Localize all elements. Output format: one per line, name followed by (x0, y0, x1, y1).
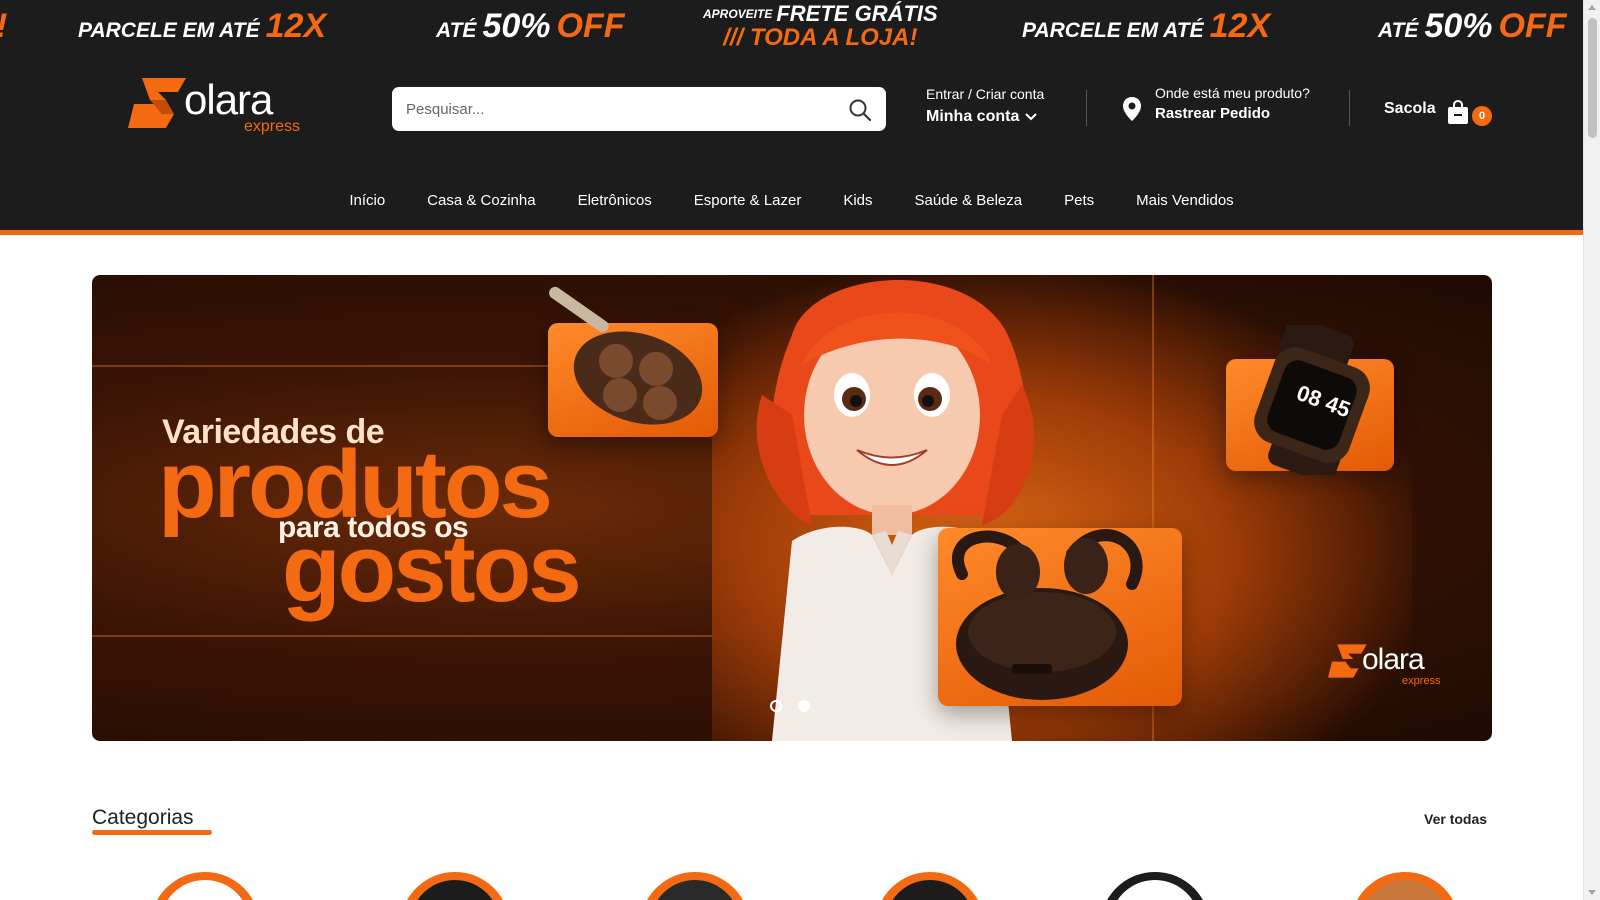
promo-discount[interactable]: ATÉ 50% OFF (1378, 7, 1567, 46)
promo-discount[interactable]: ATÉ 50% OFF (436, 7, 625, 46)
carousel-dot-1[interactable] (770, 700, 782, 712)
promo-free-shipping[interactable]: APROVEITE FRETE GRÁTIS /// TODA A LOJA! (703, 2, 938, 50)
search-box (392, 87, 886, 131)
chevron-down-icon (1025, 113, 1038, 121)
logo-name: olara (184, 76, 273, 123)
nav-item-pets[interactable]: Pets (1043, 186, 1115, 216)
cart-count-badge: 0 (1472, 106, 1492, 126)
category-thumbnail[interactable] (1350, 872, 1460, 900)
page-scrollbar[interactable] (1583, 0, 1600, 900)
frying-pan-icon (549, 286, 703, 425)
header-accent-line (0, 230, 1583, 235)
category-thumbnail[interactable] (1100, 872, 1210, 900)
site-header: olara express Entrar / Criar conta Minha… (0, 52, 1583, 230)
nav-item-saude-beleza[interactable]: Saúde & Beleza (894, 186, 1044, 216)
nav-item-esporte-lazer[interactable]: Esporte & Lazer (673, 186, 823, 216)
account-login-link[interactable]: Entrar / Criar conta (926, 86, 1044, 102)
product-card-watch: 08 45 (1226, 325, 1394, 475)
category-thumbnail[interactable] (150, 872, 260, 900)
nav-item-inicio[interactable]: Início (328, 186, 406, 216)
header-divider (1349, 90, 1350, 126)
categories-title: Categorias (92, 806, 194, 829)
nav-item-eletronicos[interactable]: Eletrônicos (557, 186, 673, 216)
cart-button[interactable]: Sacola (1384, 100, 1436, 118)
banner-logo: olara express (1328, 643, 1448, 689)
promo-fragment: ! (0, 7, 7, 46)
categories-underline (92, 830, 212, 835)
search-input[interactable] (406, 87, 826, 131)
carousel-dot-2[interactable] (798, 700, 810, 712)
hero-banner[interactable]: Variedades de produtos para todos os gos… (92, 275, 1492, 741)
category-thumbnail[interactable] (875, 872, 985, 900)
logo-sub: express (244, 118, 301, 135)
search-icon[interactable] (848, 98, 872, 122)
scroll-up-icon[interactable] (1588, 5, 1596, 10)
account-dropdown[interactable]: Minha conta (926, 108, 1044, 126)
shopping-bag-icon[interactable] (1447, 99, 1469, 125)
site-logo[interactable]: olara express (128, 72, 318, 136)
nav-item-mais-vendidos[interactable]: Mais Vendidos (1115, 186, 1255, 216)
carousel-dots (770, 700, 810, 712)
see-all-categories-link[interactable]: Ver todas (1424, 811, 1487, 827)
account-menu[interactable]: Entrar / Criar conta Minha conta (926, 86, 1044, 126)
logo-mark-icon (128, 78, 186, 128)
promo-installments[interactable]: PARCELE EM ATÉ 12X (78, 7, 326, 46)
scrollbar-thumb[interactable] (1588, 18, 1597, 138)
category-thumbnail[interactable] (640, 872, 750, 900)
scroll-down-icon[interactable] (1588, 890, 1596, 895)
banner-light-line (92, 635, 712, 637)
nav-item-casa-cozinha[interactable]: Casa & Cozinha (406, 186, 556, 216)
nav-item-kids[interactable]: Kids (822, 186, 893, 216)
cart-label: Sacola (1384, 100, 1436, 117)
banner-headline-4: gostos (282, 515, 582, 622)
page: ! PARCELE EM ATÉ 12X ATÉ 50% OFF APROVEI… (0, 0, 1583, 900)
category-thumbnail[interactable] (400, 872, 510, 900)
earbuds-icon (952, 529, 1143, 700)
location-pin-icon (1123, 97, 1141, 121)
product-card-earbuds (938, 528, 1182, 706)
header-divider (1086, 90, 1087, 126)
promo-bar: ! PARCELE EM ATÉ 12X ATÉ 50% OFF APROVEI… (0, 0, 1583, 52)
product-card-pan (548, 286, 718, 437)
smartwatch-icon: 08 45 (1254, 325, 1370, 475)
track-order-link[interactable]: Onde está meu produto? Rastrear Pedido (1155, 85, 1310, 122)
promo-installments[interactable]: PARCELE EM ATÉ 12X (1022, 7, 1270, 46)
main-nav: Início Casa & Cozinha Eletrônicos Esport… (0, 186, 1583, 216)
